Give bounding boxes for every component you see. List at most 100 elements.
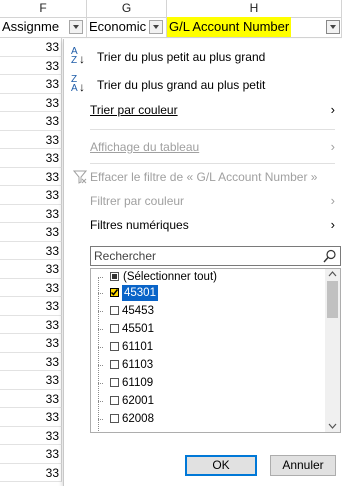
- sort-az-icon: AZ: [71, 46, 78, 66]
- cell-value: 33: [45, 77, 59, 91]
- table-row[interactable]: 33: [0, 241, 62, 260]
- table-row[interactable]: 33: [0, 389, 62, 408]
- item-checkbox[interactable]: [110, 288, 119, 297]
- table-row[interactable]: 33: [0, 371, 62, 390]
- table-row[interactable]: 33: [0, 260, 62, 279]
- header-cell-gl-account[interactable]: G/L Account Number: [167, 17, 342, 37]
- item-label: 61109: [122, 377, 154, 389]
- table-row[interactable]: 33: [0, 204, 62, 223]
- table-row[interactable]: 33: [0, 463, 62, 482]
- sort-descending-item[interactable]: ZA ↓ Trier du plus grand au plus petit: [64, 75, 342, 95]
- chevron-right-icon: ›: [330, 102, 335, 117]
- sort-za-icon: ZA: [71, 74, 78, 94]
- table-row[interactable]: 33: [0, 56, 62, 75]
- list-scrollbar[interactable]: [325, 269, 340, 432]
- value-checklist: (Sélectionner tout) 45301 45453 45501 61101…: [90, 268, 341, 433]
- select-all-checkbox[interactable]: [110, 272, 119, 281]
- sort-descending-label: Trier du plus grand au plus petit: [97, 78, 266, 92]
- item-checkbox[interactable]: [110, 396, 119, 405]
- cell-value: 33: [45, 336, 59, 350]
- table-header-row: Assignme Economic G/L Account Number: [0, 17, 342, 38]
- cell-value: 33: [45, 280, 59, 295]
- cell-value: 33: [45, 188, 59, 202]
- item-label: 45501: [122, 323, 154, 335]
- table-row[interactable]: 33: [0, 445, 62, 464]
- cell-value: 33: [45, 262, 59, 276]
- search-placeholder: Rechercher: [94, 249, 157, 263]
- sort-by-color-item[interactable]: Trier par couleur ›: [64, 100, 342, 120]
- item-label: 62008: [122, 413, 154, 425]
- cell-value: 33: [45, 169, 59, 184]
- filter-dropdown-button-g[interactable]: [149, 20, 163, 34]
- item-checkbox[interactable]: [110, 378, 119, 387]
- header-label-highlighted: G/L Account Number: [167, 17, 292, 37]
- item-checkbox[interactable]: [110, 306, 119, 315]
- column-header-h[interactable]: H: [167, 0, 342, 17]
- item-checkbox[interactable]: [110, 360, 119, 369]
- number-filters-label: Filtres numériques: [90, 218, 189, 232]
- sort-ascending-item[interactable]: AZ ↓ Trier du plus petit au plus grand: [64, 47, 342, 67]
- select-all-label: (Sélectionner tout): [123, 271, 217, 283]
- menu-separator: [90, 163, 335, 164]
- column-headers: F G H: [0, 0, 342, 18]
- sort-by-color-label: Trier par couleur: [90, 103, 178, 117]
- search-input[interactable]: Rechercher: [90, 246, 341, 266]
- filter-by-color-label: Filtrer par couleur: [90, 194, 185, 208]
- table-row[interactable]: 33: [0, 278, 62, 297]
- header-label: Economic: [89, 19, 147, 34]
- cell-value: 33: [45, 299, 59, 313]
- scroll-down-icon[interactable]: [328, 423, 337, 429]
- number-filters-item[interactable]: Filtres numériques ›: [64, 215, 342, 235]
- header-label: Assignme: [2, 19, 60, 34]
- table-row[interactable]: 33: [0, 130, 62, 149]
- table-row[interactable]: 33: [0, 149, 62, 168]
- table-row[interactable]: 33: [0, 93, 62, 112]
- grid-rows: 33 33 33 33 33 33 33 33 33 33 33 33 33 33 33 33 33 33 33 33…: [0, 38, 62, 482]
- table-row[interactable]: 33: [0, 112, 62, 131]
- table-row[interactable]: 33: [0, 223, 62, 242]
- clear-filter-item: Effacer le filtre de « G/L Account Numbe…: [64, 167, 342, 187]
- table-row[interactable]: 33: [0, 167, 62, 186]
- cell-value: 33: [45, 40, 59, 54]
- scroll-up-icon[interactable]: [328, 271, 337, 277]
- item-label: 61103: [122, 359, 154, 371]
- cell-value: 33: [45, 243, 59, 258]
- table-row[interactable]: 33: [0, 352, 62, 371]
- scrollbar-thumb[interactable]: [327, 281, 338, 318]
- cell-value: 33: [45, 225, 59, 239]
- clear-filter-icon: [73, 170, 87, 184]
- table-row[interactable]: 33: [0, 334, 62, 353]
- table-row[interactable]: 33: [0, 75, 62, 94]
- filter-dropdown-button-f[interactable]: [69, 20, 83, 34]
- chevron-right-icon: ›: [330, 193, 335, 208]
- column-header-g[interactable]: G: [87, 0, 167, 17]
- cell-value: 33: [45, 410, 59, 424]
- cell-value: 33: [45, 447, 59, 461]
- cell-value: 33: [45, 132, 59, 147]
- cell-value: 33: [45, 428, 59, 443]
- item-label: 45301: [121, 284, 159, 302]
- autofilter-menu: AZ ↓ Trier du plus petit au plus grand Z…: [63, 39, 342, 486]
- column-header-f[interactable]: F: [0, 0, 87, 17]
- item-checkbox[interactable]: [110, 324, 119, 333]
- clear-filter-label: Effacer le filtre de « G/L Account Numbe…: [90, 170, 318, 184]
- table-row[interactable]: 33: [0, 315, 62, 334]
- table-row[interactable]: 33: [0, 408, 62, 427]
- item-checkbox[interactable]: [110, 342, 119, 351]
- cell-value: 33: [45, 206, 59, 221]
- sheet-view-label: Affichage du tableau: [90, 140, 200, 154]
- item-label: 45453: [122, 305, 154, 317]
- chevron-right-icon: ›: [330, 139, 335, 154]
- table-row[interactable]: 33: [0, 426, 62, 445]
- filter-dropdown-button-h[interactable]: [326, 20, 340, 34]
- cell-value: 33: [45, 58, 59, 73]
- table-row[interactable]: 33: [0, 297, 62, 316]
- ok-button[interactable]: OK: [185, 455, 257, 476]
- tree-line: [98, 277, 99, 432]
- item-checkbox[interactable]: [110, 414, 119, 423]
- cancel-button[interactable]: Annuler: [270, 455, 336, 476]
- filter-by-color-item: Filtrer par couleur ›: [64, 191, 342, 211]
- table-row[interactable]: 33: [0, 186, 62, 205]
- table-row[interactable]: 33: [0, 38, 62, 57]
- cell-value: 33: [45, 95, 59, 110]
